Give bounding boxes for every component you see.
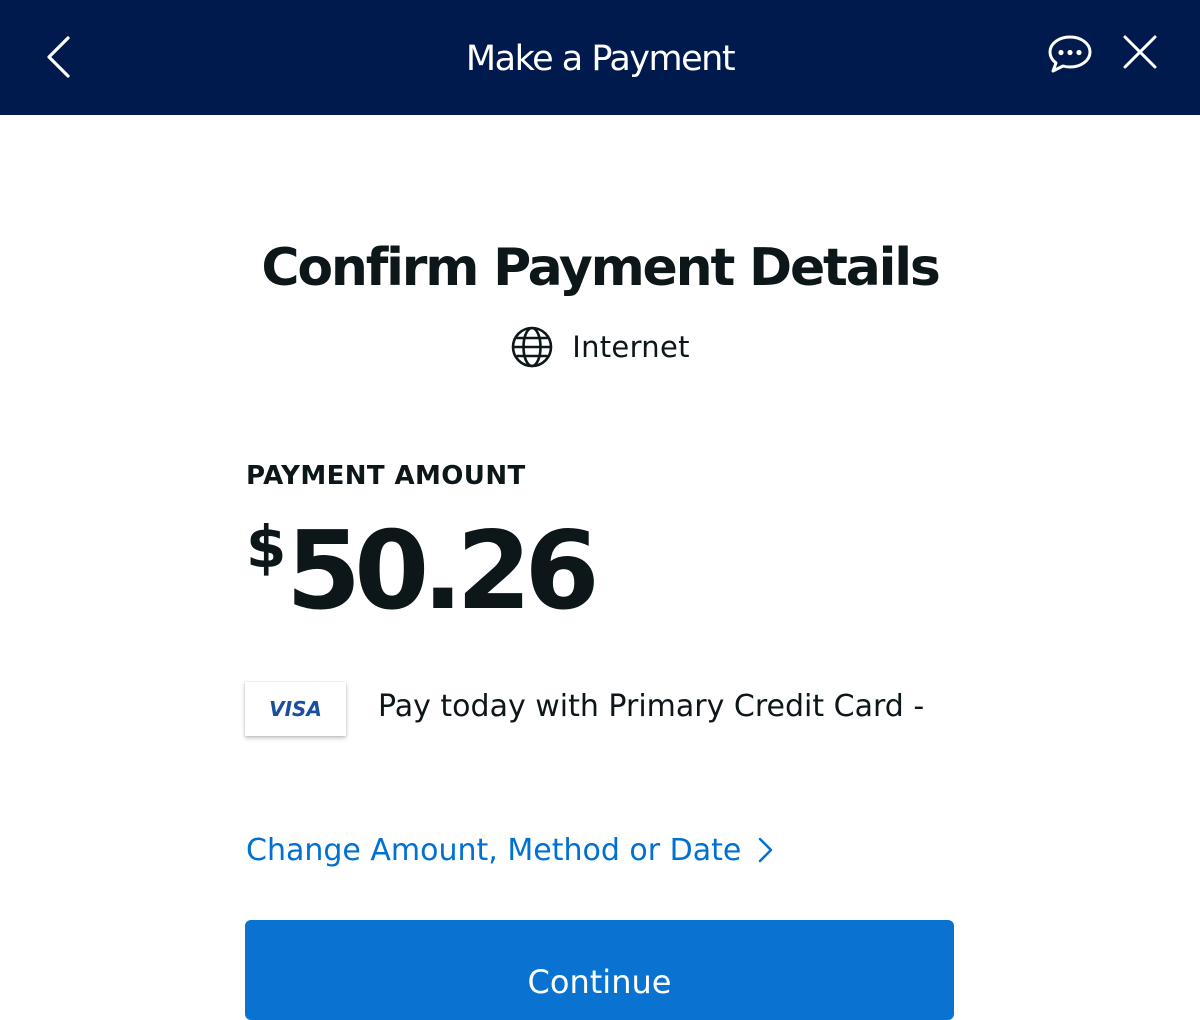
card-brand: VISA [269, 697, 322, 721]
change-payment-link[interactable]: Change Amount, Method or Date [246, 828, 775, 872]
top-bar: Make a Payment [0, 0, 1200, 115]
continue-button[interactable]: Continue [245, 920, 954, 1020]
amount-value: 50.26 [286, 509, 600, 634]
globe-icon [511, 326, 553, 368]
header-title: Make a Payment [465, 39, 736, 79]
change-link-label: Change Amount, Method or Date [246, 832, 742, 868]
service-label: Internet [572, 330, 690, 364]
chevron-right-icon [759, 837, 773, 863]
close-button[interactable] [1121, 33, 1159, 71]
chat-bubble-icon [1048, 35, 1092, 73]
close-icon [1123, 35, 1157, 69]
visa-card-logo: VISA [245, 682, 346, 736]
page-title: Confirm Payment Details [261, 238, 940, 298]
payment-method-text: Pay today with Primary Credit Card - [378, 689, 925, 724]
chat-button[interactable] [1046, 33, 1094, 75]
currency-symbol: $ [246, 513, 287, 581]
payment-amount-label: PAYMENT AMOUNT [246, 461, 526, 491]
service-indicator: Internet [0, 325, 1200, 369]
